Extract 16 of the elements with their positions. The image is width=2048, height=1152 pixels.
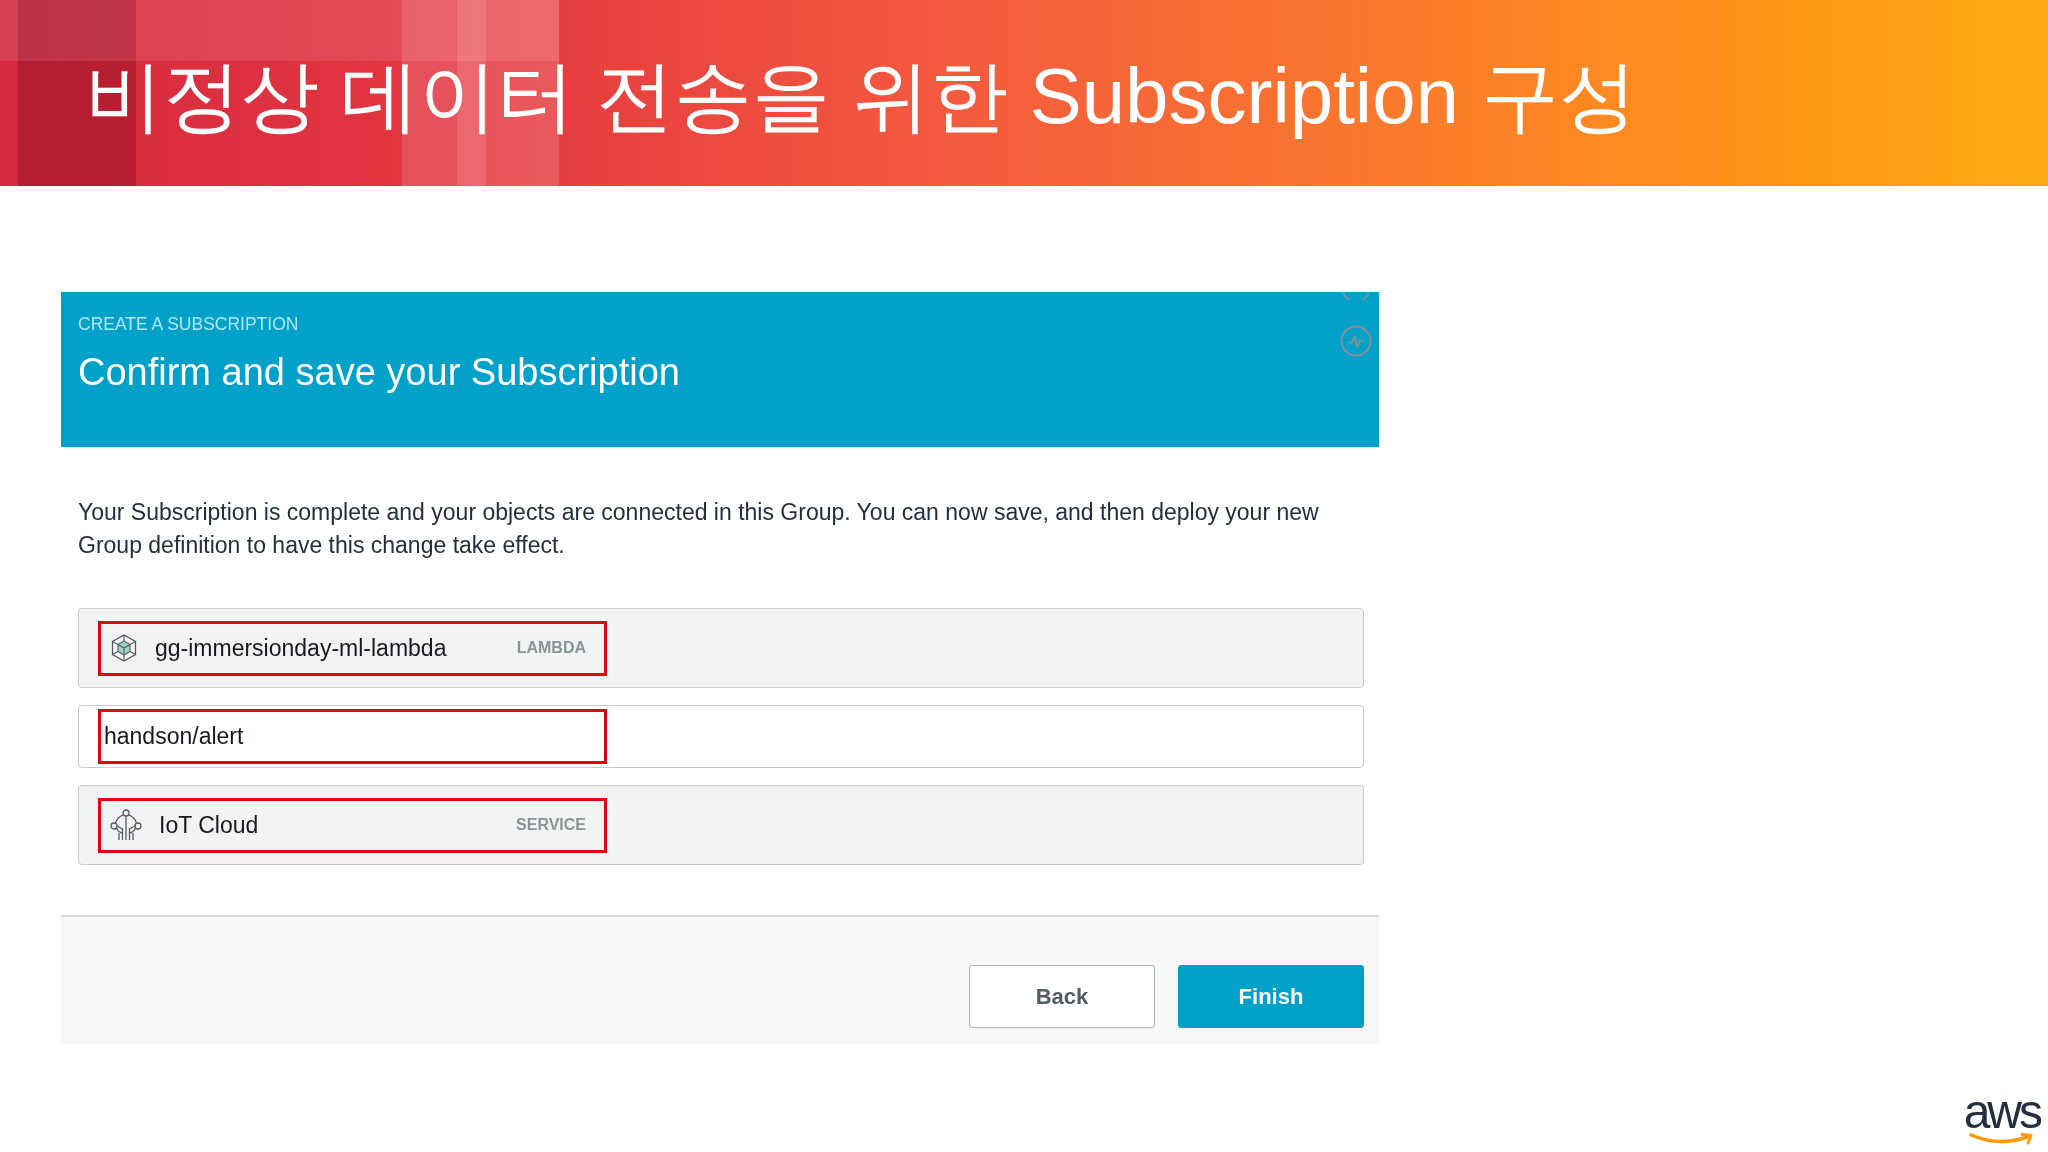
panel-heading: Confirm and save your Subscription [78,350,681,395]
circuit-nodes-icon [110,809,142,841]
pulse-icon[interactable] [1340,325,1372,357]
description-text: Your Subscription is complete and your objects are connected in this Group. You can now save, and then deploy your new Group definition to have this change take effect. [78,498,1320,560]
endpoint-type: LAMBDA [516,639,586,657]
slide-title: 비정상 데이터 전송을 위한 Subscription 구성 [85,52,1637,142]
endpoint-name: IoT Cloud [159,811,259,839]
topic-name: handson/alert [104,723,244,750]
endpoint-name: gg-immersionday-ml-lambda [155,634,447,662]
panel-eyebrow: CREATE A SUBSCRIPTION [78,314,300,334]
back-button[interactable]: Back [969,965,1155,1028]
logo-text: aws [1963,1092,2040,1132]
endpoint-type: SERVICE [516,816,586,834]
circle-edge-icon [1340,292,1372,300]
swoosh-icon [1968,1132,2035,1146]
cube-icon [110,634,138,662]
